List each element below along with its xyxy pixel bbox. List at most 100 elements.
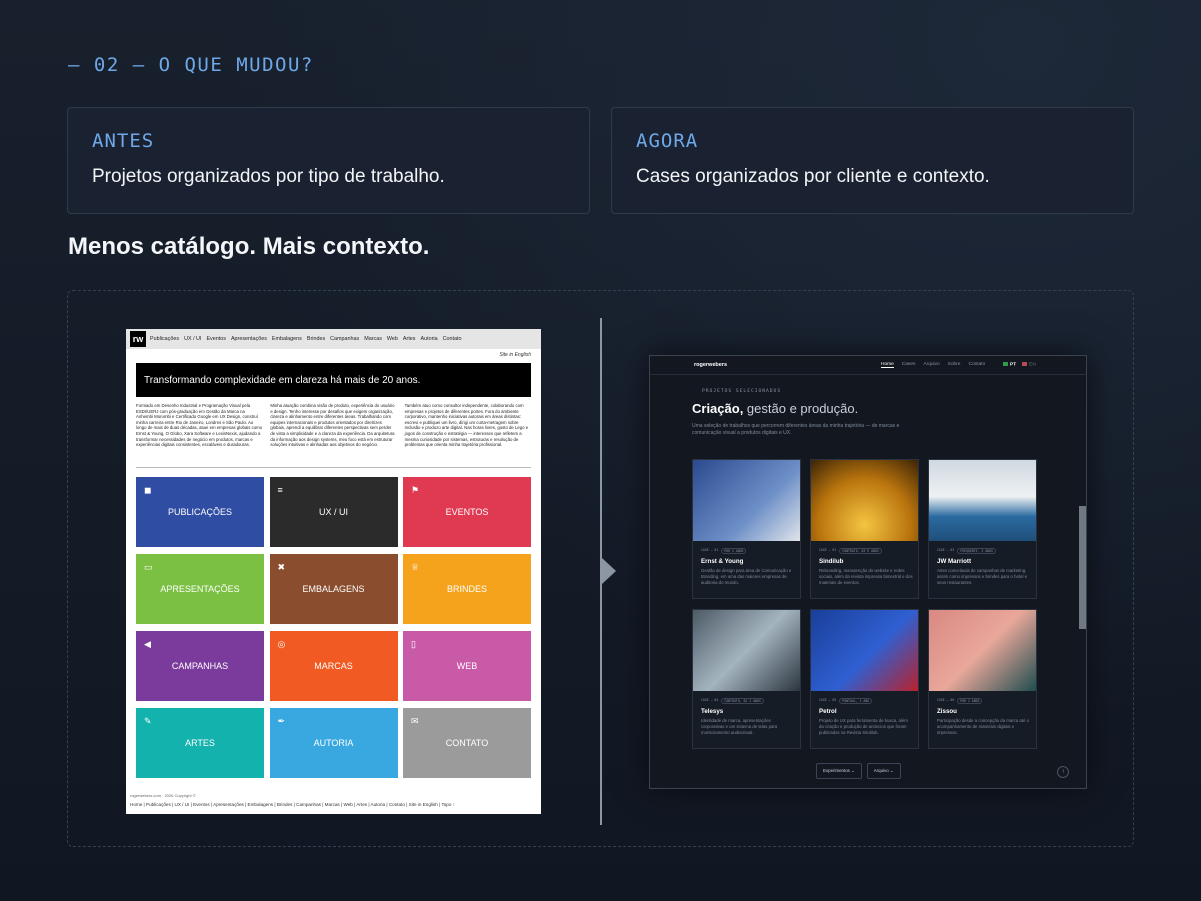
before-card: ANTES Projetos organizados por tipo de t… (67, 107, 590, 214)
case-tags: CASE — 04 CONTRATO, 02 2 ANOS (701, 698, 764, 704)
case-description: Projeto de UX para ferramenta de busca, … (819, 718, 908, 735)
old-nav-item[interactable]: Autoria (421, 336, 438, 342)
after-label: AGORA (636, 130, 699, 152)
arquivo-button[interactable]: Arquivo ⌄ (866, 763, 901, 779)
old-hero-banner: Transformando complexidade em clareza há… (136, 363, 531, 397)
case-name: Ernst & Young (701, 558, 744, 565)
new-kicker: PROJETOS SELECIONADOS (702, 389, 782, 394)
flag-us-icon (1022, 362, 1028, 366)
case-description: Identidade de marca, apresentações corpo… (701, 718, 778, 735)
new-site-screenshot: rogerwebers Home Cases Arquivo Sobre Con… (649, 355, 1087, 789)
case-card[interactable]: CASE — 01 CONTRATO, 03 E ANOS Sindilub Rebr… (810, 459, 919, 599)
category-label: CAMPANHAS (171, 661, 229, 671)
case-description: Artes conceituais de campanhas de market… (937, 568, 1028, 585)
category-label: EVENTOS (445, 507, 489, 517)
case-number-tag: CASE — 04 (701, 698, 719, 702)
old-nav-item[interactable]: Campanhas (330, 336, 359, 342)
category-label: PUBLICAÇÕES (167, 507, 233, 517)
case-name: Sindilub (819, 558, 844, 565)
category-icon: ♕ (411, 562, 420, 572)
old-nav-item[interactable]: Marcas (364, 336, 382, 342)
new-menu-item-home[interactable]: Home (881, 362, 894, 368)
category-tile[interactable]: ≡ UX / UI (269, 477, 398, 547)
case-description: Rebranding, manutenção do website e rede… (819, 568, 913, 585)
new-menu-item-sobre[interactable]: Sobre (948, 362, 961, 368)
new-site-logo[interactable]: rogerwebers (694, 362, 727, 368)
before-text: Projetos organizados por tipo de trabalh… (92, 166, 445, 187)
category-tile[interactable]: ✒ AUTORIA (269, 708, 398, 778)
category-label: WEB (456, 661, 478, 671)
case-thumbnail (811, 460, 918, 541)
category-tile[interactable]: ◎ MARCAS (269, 631, 398, 701)
case-duration-tag: POR 2 ANOS (957, 698, 983, 704)
after-card: AGORA Cases organizados por cliente e co… (611, 107, 1134, 214)
old-intro-col: Minha atuação combina visão de produto, … (270, 403, 395, 448)
category-label: ARTES (185, 738, 215, 748)
new-site-menu: Home Cases Arquivo Sobre Contato (881, 362, 985, 368)
category-tile[interactable]: ◀ CAMPANHAS (136, 631, 264, 701)
old-site-logo[interactable]: rw (130, 331, 146, 347)
old-nav-item[interactable]: Apresentações (231, 336, 267, 342)
category-label: BRINDES (446, 584, 487, 594)
old-footer-copyright: rogerwebers.com · 2026 Copyright © (130, 793, 196, 798)
case-thumbnail (811, 610, 918, 691)
old-nav-item[interactable]: Embalagens (272, 336, 302, 342)
category-tile[interactable]: ✎ ARTES (136, 708, 264, 778)
category-tile[interactable]: ✖ EMBALAGENS (269, 554, 398, 624)
back-to-top-button[interactable]: ↑ (1057, 766, 1069, 778)
old-site-nav: rw Publicações UX / UI Eventos Apresenta… (126, 329, 541, 349)
case-number-tag: CASE — 05 (819, 698, 837, 702)
experimentos-button[interactable]: Experimentos ⌄ (816, 763, 862, 779)
category-icon: ◼ (144, 485, 152, 495)
old-nav-item[interactable]: Publicações (150, 336, 179, 342)
case-name: Zissou (937, 708, 957, 715)
category-label: AUTORIA (313, 738, 354, 748)
old-nav-item[interactable]: Eventos (206, 336, 225, 342)
old-nav-item[interactable]: Web (387, 336, 398, 342)
section-kicker: — 02 — O QUE MUDOU? (68, 54, 314, 76)
case-number-tag: CASE — 01 (701, 548, 719, 552)
case-card[interactable]: CASE — 06 POR 2 ANOS Zissou Participação de… (928, 609, 1037, 749)
case-duration-tag: FREQUENTE, 3 ANOS (957, 548, 996, 554)
english-link[interactable]: Site in English (499, 352, 531, 358)
lang-en[interactable]: EN (1022, 362, 1036, 367)
after-text: Cases organizados por cliente e contexto… (636, 166, 990, 187)
case-card[interactable]: CASE — 04 CONTRATO, 02 2 ANOS Telesys Ident… (692, 609, 801, 749)
category-tile[interactable]: ⚑ EVENTOS (403, 477, 531, 547)
category-tile[interactable]: ♕ BRINDES (403, 554, 531, 624)
new-menu-item-contato[interactable]: Contato (968, 362, 985, 368)
scrollbar-thumb[interactable] (1079, 506, 1086, 629)
category-icon: ⚑ (411, 485, 420, 495)
flag-br-icon (1003, 362, 1008, 366)
old-nav-item[interactable]: Artes (403, 336, 416, 342)
category-tile[interactable]: ◼ PUBLICAÇÕES (136, 477, 264, 547)
language-switch: PT EN (1003, 362, 1036, 367)
old-nav-item[interactable]: UX / UI (184, 336, 201, 342)
case-card[interactable]: CASE — 03 FREQUENTE, 3 ANOS JW Marriott Art… (928, 459, 1037, 599)
category-tile[interactable]: ▭ APRESENTAÇÕES (136, 554, 264, 624)
lang-pt[interactable]: PT (1003, 362, 1016, 367)
old-footer-links[interactable]: Home | Publicações | UX / UI | Eventos |… (130, 802, 455, 807)
category-icon: ◎ (277, 639, 286, 649)
category-label: MARCAS (314, 661, 353, 671)
case-number-tag: CASE — 03 (937, 548, 955, 552)
category-label: CONTATO (445, 738, 489, 748)
old-category-grid: ◼ PUBLICAÇÕES ≡ UX / UI ⚑ EVENTOS ▭ APRESENTAÇÕ… (136, 477, 531, 778)
case-card[interactable]: CASE — 01 POR 2 ANOS Ernst & Young Gestão d… (692, 459, 801, 599)
old-site-screenshot: rw Publicações UX / UI Eventos Apresenta… (126, 329, 541, 814)
new-menu-item-cases[interactable]: Cases (902, 362, 916, 368)
old-intro-columns: Formado em Desenho Industrial e Programa… (136, 403, 531, 448)
old-nav-item[interactable]: Brindes (307, 336, 325, 342)
case-tags: CASE — 05 PONTUAL, 1 ANO (819, 698, 873, 704)
category-tile[interactable]: ✉ CONTATO (403, 708, 531, 778)
category-icon: ✖ (277, 562, 286, 572)
case-name: JW Marriott (937, 558, 972, 565)
new-menu-item-arquivo[interactable]: Arquivo (923, 362, 939, 368)
old-nav-item[interactable]: Contato (443, 336, 462, 342)
new-title: Criação, gestão e produção. (692, 401, 859, 416)
case-card[interactable]: CASE — 05 PONTUAL, 1 ANO Petrol Projeto de … (810, 609, 919, 749)
before-label: ANTES (92, 130, 155, 152)
category-tile[interactable]: ▯ WEB (403, 631, 531, 701)
case-thumbnail (929, 610, 1036, 691)
category-icon: ✎ (144, 716, 152, 726)
